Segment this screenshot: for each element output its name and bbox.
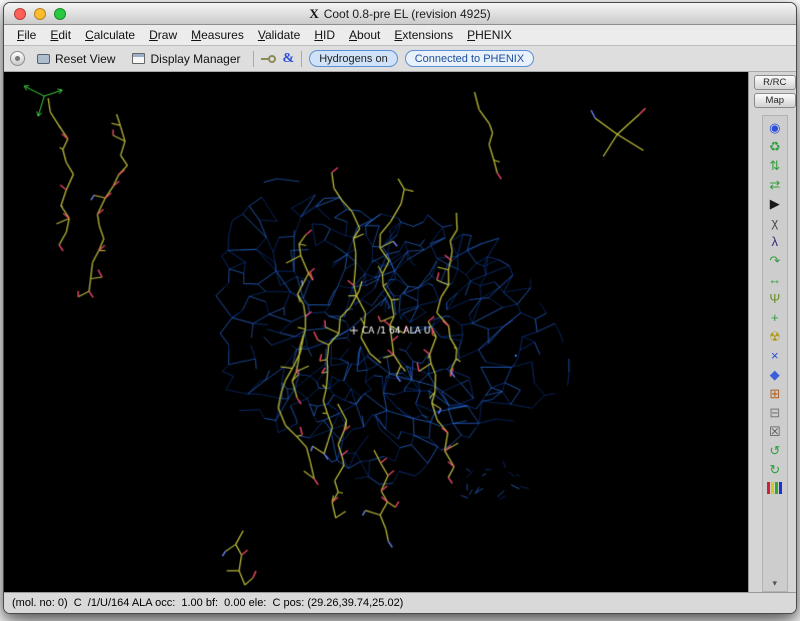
add-terminal-icon[interactable]: +	[765, 308, 785, 326]
main-content: R/RC Map ◉♻⇅⇄▶χλ↷↔Ψ+☢×◆⊞⊟☒↺↻ ▾	[4, 72, 796, 592]
refmac-icon[interactable]: ☢	[765, 327, 785, 345]
clear-pending-icon[interactable]: ×	[765, 346, 785, 364]
regularize-icon[interactable]: ♻	[765, 137, 785, 155]
display-colors-icon[interactable]	[765, 479, 785, 497]
menu-file[interactable]: File	[10, 26, 43, 44]
sidechain-flip-icon[interactable]: ↔	[765, 270, 785, 288]
toolbar-collapse-button[interactable]	[10, 51, 25, 66]
menu-extensions[interactable]: Extensions	[387, 26, 460, 44]
rrc-button[interactable]: R/RC	[754, 75, 796, 90]
menu-calculate[interactable]: Calculate	[78, 26, 142, 44]
go-to-blob-icon[interactable]: ◆	[765, 365, 785, 383]
window-title: Coot 0.8-pre EL (revision 4925)	[324, 7, 491, 21]
status-text: (mol. no: 0) C /1/U/164 ALA occ: 1.00 bf…	[12, 597, 403, 609]
monitor-icon	[37, 54, 50, 64]
rotamer-icon[interactable]: ▶	[765, 194, 785, 212]
rigid-body-icon[interactable]: ⇅	[765, 156, 785, 174]
reset-view-button[interactable]: Reset View	[32, 50, 120, 68]
right-icon-strip: ◉♻⇅⇄▶χλ↷↔Ψ+☢×◆⊞⊟☒↺↻ ▾	[762, 115, 788, 592]
zoom-button[interactable]	[54, 8, 66, 20]
delete-icon[interactable]: ☒	[765, 422, 785, 440]
menubar: FileEditCalculateDrawMeasuresValidateHID…	[4, 25, 796, 46]
statusbar: (mol. no: 0) C /1/U/164 ALA occ: 1.00 bf…	[4, 592, 796, 613]
menu-about[interactable]: About	[342, 26, 387, 44]
coot-window: X Coot 0.8-pre EL (revision 4925) FileEd…	[3, 2, 797, 614]
hydrogens-toggle-button[interactable]: Hydrogens on	[309, 50, 398, 67]
traffic-lights	[14, 3, 66, 24]
menu-draw[interactable]: Draw	[142, 26, 184, 44]
display-manager-button[interactable]: Display Manager	[127, 50, 245, 68]
edit-chi-icon[interactable]: χ	[765, 213, 785, 231]
reset-view-label: Reset View	[55, 52, 115, 66]
gl-canvas[interactable]	[4, 72, 748, 592]
toolbar-separator	[301, 51, 302, 67]
torsion-icon[interactable]: λ	[765, 232, 785, 250]
menu-edit[interactable]: Edit	[43, 26, 78, 44]
key-icon[interactable]	[261, 55, 276, 63]
x11-logo-icon: X	[309, 6, 318, 22]
refine-icon[interactable]: ◉	[765, 118, 785, 136]
minimize-button[interactable]	[34, 8, 46, 20]
mutate-icon[interactable]: Ψ	[765, 289, 785, 307]
menu-phenix[interactable]: PHENIX	[460, 26, 519, 44]
scroll-down-icon[interactable]: ▾	[773, 577, 778, 589]
add-atom-icon[interactable]: ⊞	[765, 384, 785, 402]
close-button[interactable]	[14, 8, 26, 20]
titlebar[interactable]: X Coot 0.8-pre EL (revision 4925)	[4, 3, 796, 25]
display-manager-label: Display Manager	[150, 52, 240, 66]
window-icon	[132, 53, 145, 64]
toolbar-separator	[253, 51, 254, 67]
anchor-icon[interactable]: &	[283, 51, 295, 67]
menu-hid[interactable]: HID	[307, 26, 342, 44]
right-panel: R/RC Map ◉♻⇅⇄▶χλ↷↔Ψ+☢×◆⊞⊟☒↺↻ ▾	[748, 72, 797, 592]
menu-measures[interactable]: Measures	[184, 26, 251, 44]
eraser-icon[interactable]: ⊟	[765, 403, 785, 421]
toolbar: Reset View Display Manager & Hydrogens o…	[4, 46, 796, 72]
map-button[interactable]: Map	[754, 93, 796, 108]
window-title-wrap: X Coot 0.8-pre EL (revision 4925)	[309, 6, 490, 22]
pepflip-icon[interactable]: ↷	[765, 251, 785, 269]
menu-validate[interactable]: Validate	[251, 26, 308, 44]
phenix-connection-button[interactable]: Connected to PHENIX	[405, 50, 534, 67]
redo-icon[interactable]: ↻	[765, 460, 785, 478]
rotate-translate-icon[interactable]: ⇄	[765, 175, 785, 193]
undo-icon[interactable]: ↺	[765, 441, 785, 459]
